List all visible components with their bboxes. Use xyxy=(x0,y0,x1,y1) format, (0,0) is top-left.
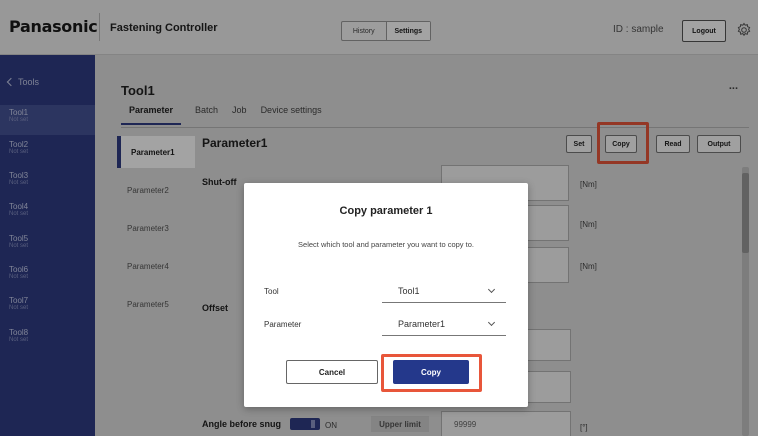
tool-select-value: Tool1 xyxy=(398,285,420,296)
chevron-down-icon xyxy=(487,285,496,293)
chevron-down-icon xyxy=(487,318,496,326)
parameter-select[interactable]: Parameter1 xyxy=(382,312,506,336)
dialog-title: Copy parameter 1 xyxy=(339,205,433,217)
dialog-message: Select which tool and parameter you want… xyxy=(298,240,474,249)
parameter-select-value: Parameter1 xyxy=(398,318,446,329)
cancel-button[interactable]: Cancel xyxy=(286,360,378,384)
confirm-copy-highlight xyxy=(381,354,482,392)
tool-select[interactable]: Tool1 xyxy=(382,279,506,303)
parameter-select-label: Parameter xyxy=(264,320,302,329)
tool-select-label: Tool xyxy=(264,287,279,296)
